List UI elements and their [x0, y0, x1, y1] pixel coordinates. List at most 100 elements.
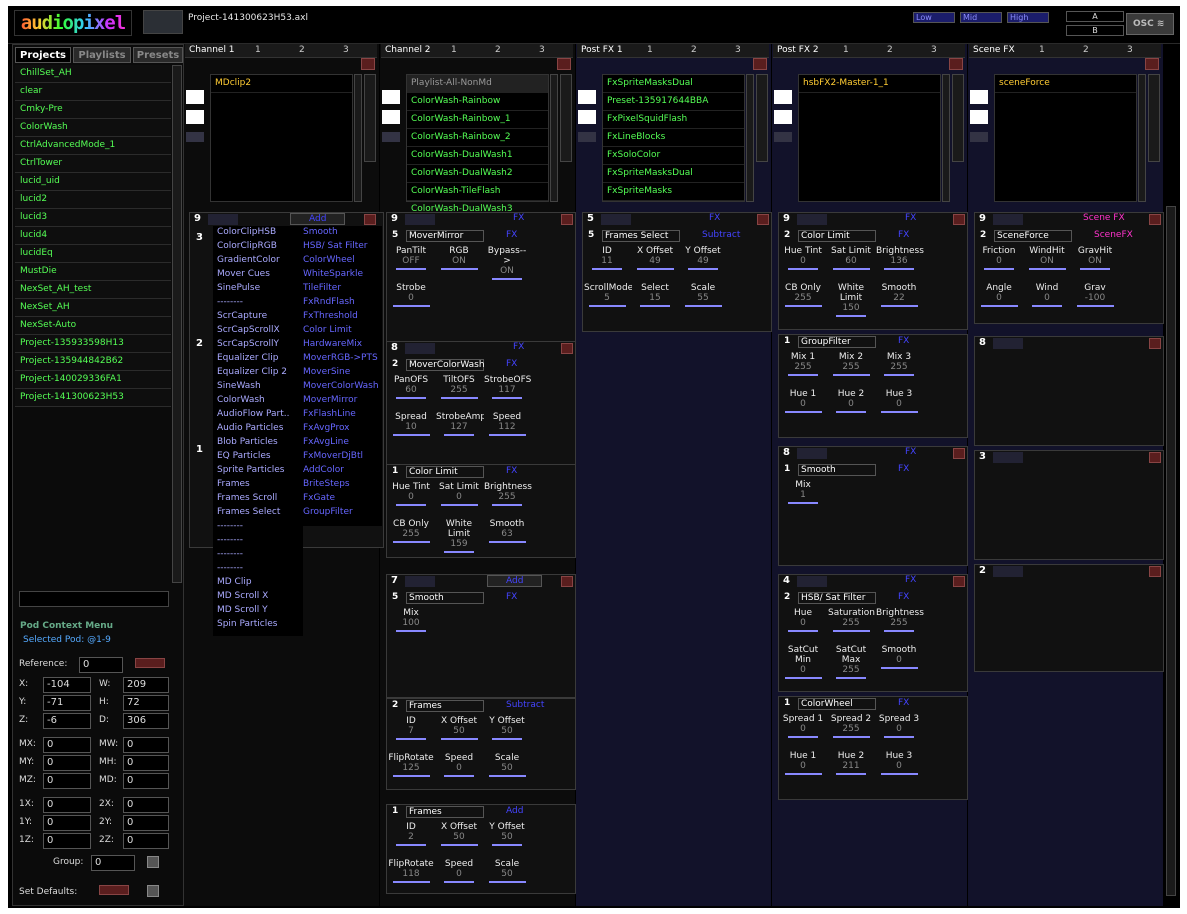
menu-item[interactable]: FxAvgLine: [300, 436, 382, 450]
effect-header[interactable]: 5 MoverMirror FX: [388, 230, 538, 244]
pod-color-swatch[interactable]: [797, 576, 827, 587]
param-knob[interactable]: Strobe 0: [388, 283, 434, 317]
mx-field[interactable]: 0: [43, 737, 91, 753]
pod-close-button[interactable]: [953, 576, 965, 587]
project-item[interactable]: ColorWash: [15, 119, 171, 137]
param-knob[interactable]: Mix 100: [388, 608, 434, 642]
project-item[interactable]: Cmky-Pre: [15, 101, 171, 119]
param-knob[interactable]: White Limit 159: [436, 519, 482, 553]
param-knob[interactable]: Mix 1: [780, 480, 826, 514]
menu-item[interactable]: --------: [213, 520, 303, 534]
z-field[interactable]: -6: [43, 713, 91, 729]
cue-button-2[interactable]: [186, 110, 204, 124]
effect-header[interactable]: 1 Frames Add: [388, 806, 538, 820]
pod-close-button[interactable]: [1149, 338, 1161, 349]
param-knob[interactable]: Mix 1 255: [780, 352, 826, 386]
level-slider[interactable]: [364, 74, 376, 162]
param-knob[interactable]: Scale 50: [484, 859, 530, 893]
param-knob[interactable]: SatCut Max 255: [828, 645, 874, 679]
clear-button[interactable]: [557, 58, 571, 70]
pod-color-swatch[interactable]: [405, 576, 435, 587]
clip-item[interactable]: FxSpriteMasksDual: [603, 165, 744, 183]
menu-item[interactable]: AudioFlow Part..: [213, 408, 303, 422]
param-knob[interactable]: Sat Limit 60: [828, 246, 874, 280]
param-knob[interactable]: PanTilt OFF: [388, 246, 434, 280]
y2-field[interactable]: 0: [123, 815, 169, 831]
param-knob[interactable]: Scale 50: [484, 753, 530, 787]
level-slider[interactable]: [1148, 74, 1160, 162]
menu-item[interactable]: EQ Particles: [213, 450, 303, 464]
param-knob[interactable]: GravHit ON: [1072, 246, 1118, 280]
pod-close-button[interactable]: [757, 214, 769, 225]
param-knob[interactable]: Hue Tint 0: [388, 482, 434, 516]
clip-item[interactable]: ColorWash-DualWash1: [407, 147, 548, 165]
menu-item[interactable]: WhiteSparkle: [300, 268, 382, 282]
pod-close-button[interactable]: [1149, 566, 1161, 577]
cue-button-2[interactable]: [578, 110, 596, 124]
param-knob[interactable]: ID 7: [388, 716, 434, 750]
menu-item[interactable]: Frames Select: [213, 506, 303, 520]
param-knob[interactable]: White Limit 150: [828, 283, 874, 317]
cue-button-2[interactable]: [382, 110, 400, 124]
clip-item[interactable]: sceneForce: [995, 75, 1136, 93]
pod-color-swatch[interactable]: [405, 214, 435, 225]
param-knob[interactable]: CB Only 255: [388, 519, 434, 553]
project-item[interactable]: NexSet_AH: [15, 299, 171, 317]
param-knob[interactable]: StrobeAmp 127: [436, 412, 486, 446]
project-item[interactable]: NexSet-Auto: [15, 317, 171, 335]
menu-item[interactable]: SineWash: [213, 380, 303, 394]
param-knob[interactable]: Hue Tint 0: [780, 246, 826, 280]
pod-action[interactable]: Add: [290, 213, 346, 225]
param-knob[interactable]: Speed 112: [484, 412, 530, 446]
param-knob[interactable]: ID 2: [388, 822, 434, 856]
menu-item[interactable]: ColorWheel: [300, 254, 382, 268]
param-knob[interactable]: Spread 10: [780, 714, 826, 748]
param-knob[interactable]: Speed 0: [436, 753, 482, 787]
param-knob[interactable]: Hue 20: [828, 389, 874, 423]
menu-item[interactable]: MD Scroll X: [213, 590, 303, 604]
clip-scrollbar[interactable]: [942, 74, 950, 202]
cue-button-3[interactable]: [774, 132, 792, 142]
clip-scrollbar[interactable]: [354, 74, 362, 202]
menu-item[interactable]: TileFilter: [300, 282, 382, 296]
clip-scrollbar[interactable]: [1138, 74, 1146, 202]
menu-item[interactable]: MoverColorWash: [300, 380, 382, 394]
pod-close-button[interactable]: [561, 576, 573, 587]
menu-item[interactable]: --------: [213, 296, 303, 310]
menu-item[interactable]: FxRndFlash: [300, 296, 382, 310]
project-item[interactable]: clear: [15, 83, 171, 101]
cue-button-3[interactable]: [970, 132, 988, 142]
clip-item[interactable]: ColorWash-Rainbow_2: [407, 129, 548, 147]
clear-button[interactable]: [1145, 58, 1159, 70]
x-field[interactable]: -104: [43, 677, 91, 693]
param-knob[interactable]: Friction 0: [976, 246, 1022, 280]
param-knob[interactable]: ID 11: [584, 246, 630, 280]
menu-item[interactable]: Mover Cues: [213, 268, 303, 282]
pod-action[interactable]: FX: [513, 342, 524, 352]
search-input[interactable]: [19, 591, 169, 607]
project-item[interactable]: Project-135944842B62: [15, 353, 171, 371]
pod-action[interactable]: FX: [905, 575, 916, 585]
param-knob[interactable]: Brightness 255: [484, 482, 532, 516]
project-item[interactable]: lucid2: [15, 191, 171, 209]
pod-close-button[interactable]: [1149, 452, 1161, 463]
clip-item[interactable]: ColorWash-DualWash2: [407, 165, 548, 183]
mh-field[interactable]: 0: [123, 755, 169, 771]
param-knob[interactable]: CB Only 255: [780, 283, 826, 317]
effect-header[interactable]: 1 Color Limit FX: [388, 466, 538, 480]
y-field[interactable]: -71: [43, 695, 91, 711]
menu-item[interactable]: SinePulse: [213, 282, 303, 296]
menu-item[interactable]: MoverRGB->PTS: [300, 352, 382, 366]
menu-item[interactable]: GroupFilter: [300, 506, 382, 520]
group-checkbox[interactable]: [147, 856, 159, 868]
menu-item[interactable]: FxFlashLine: [300, 408, 382, 422]
project-item[interactable]: CtrlAdvancedMode_1: [15, 137, 171, 155]
level-slider[interactable]: [756, 74, 768, 162]
mw-field[interactable]: 0: [123, 737, 169, 753]
pod-close-button[interactable]: [364, 214, 376, 225]
reference-field[interactable]: 0: [79, 657, 123, 673]
effect-header[interactable]: 2 MoverColorWash FX: [388, 359, 538, 373]
menu-item[interactable]: Equalizer Clip 2: [213, 366, 303, 380]
set-defaults-button[interactable]: [99, 885, 129, 895]
project-item[interactable]: MustDie: [15, 263, 171, 281]
